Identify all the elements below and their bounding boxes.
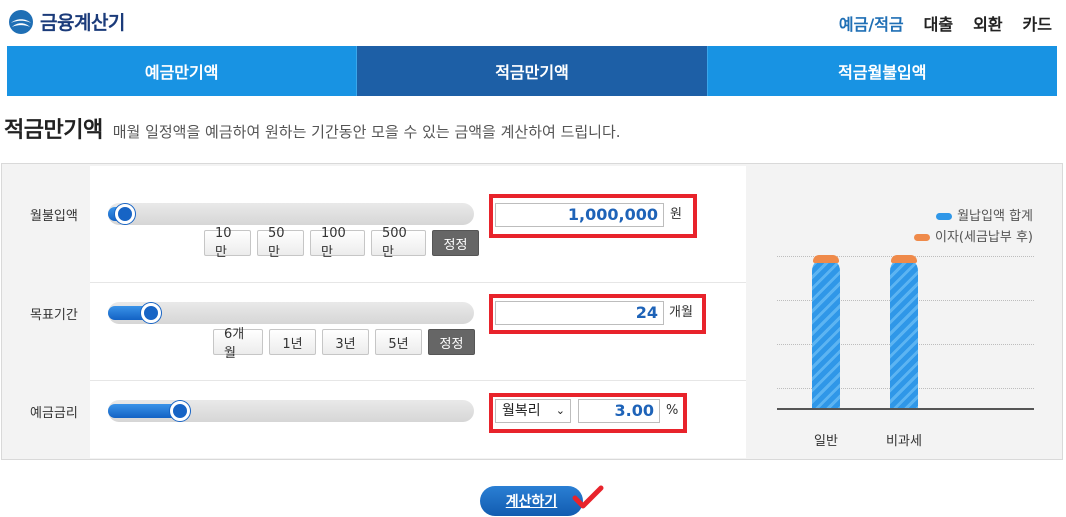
interest-rate-slider[interactable] [108,400,474,422]
chip-5m[interactable]: 500만 [371,226,426,260]
chart-legend: 월납입액 합계 이자(세금납부 후) [914,206,1033,248]
monthly-payment-input[interactable]: 1,000,000 [495,203,664,227]
compounding-value: 월복리 [502,403,541,419]
logo-text: 금융계산기 [40,12,125,34]
reset-button[interactable]: 정정 [432,230,479,256]
target-period-input[interactable]: 24 [495,301,664,325]
logo[interactable]: 금융계산기 [8,8,125,35]
tab-deposit-maturity[interactable]: 예금만기액 [7,46,358,96]
header: 금융계산기 예금/적금 대출 외환 카드 [0,0,1066,44]
nav-exchange[interactable]: 외환 [973,11,1002,35]
monthly-payment-unit: 원 [670,207,682,222]
title-row: 적금만기액 매월 일정액을 예금하여 원하는 기간동안 모을 수 있는 금액을 … [4,112,621,144]
chip-1m[interactable]: 100만 [310,226,365,260]
reset-button[interactable]: 정정 [428,329,475,355]
bar-cap-tax-free [891,255,917,263]
nav-deposit-savings[interactable]: 예금/적금 [839,11,904,35]
chip-100k[interactable]: 10만 [204,226,251,260]
nav-card[interactable]: 카드 [1023,11,1052,35]
tab-savings-maturity[interactable]: 적금만기액 [357,46,708,96]
legend-item-interest: 이자(세금납부 후) [914,227,1033,248]
chip-500k[interactable]: 50만 [257,226,304,260]
result-chart: 월납입액 합계 이자(세금납부 후) 일반 비과세 [747,166,1063,458]
top-nav: 예금/적금 대출 외환 카드 [839,11,1052,35]
calculator-panel: 월불입액 10만 50만 100만 500만 정정 1,000,000 원 목표… [1,163,1063,460]
legend-item-principal: 월납입액 합계 [914,206,1033,227]
interest-rate-unit: % [666,403,679,418]
logo-icon [9,9,33,34]
interest-rate-label: 예금금리 [30,406,78,421]
page-description: 매월 일정액을 예금하여 원하는 기간동안 모을 수 있는 금액을 계산하여 드… [112,123,621,141]
interest-rate-input[interactable]: 3.00 [578,399,660,423]
target-period-slider[interactable] [108,302,474,324]
chip-1year[interactable]: 1년 [269,329,316,355]
target-period-chips: 6개월 1년 3년 5년 정정 [213,327,475,361]
chip-5years[interactable]: 5년 [375,329,422,355]
calculate-button[interactable]: 계산하기 [480,486,583,516]
legend-swatch-interest [914,234,930,241]
bar-cap-general [813,255,839,263]
bar-tax-free [890,257,918,410]
slider-knob[interactable] [115,204,136,224]
chart-baseline [777,408,1034,410]
bar-label-general: 일반 [814,434,838,449]
target-period-label: 목표기간 [30,308,78,323]
chevron-down-icon: ⌄ [555,404,565,417]
legend-swatch-principal [936,213,953,220]
tab-savings-monthly[interactable]: 적금월불입액 [707,46,1057,96]
row-divider [90,380,746,381]
row-divider [90,282,746,283]
monthly-payment-label: 월불입액 [30,209,78,224]
slider-knob[interactable] [140,303,161,323]
legend-label-interest: 이자(세금납부 후) [935,230,1033,245]
page-title: 적금만기액 [4,118,103,143]
slider-knob[interactable] [170,401,191,421]
monthly-payment-chips: 10만 50만 100만 500만 정정 [204,226,479,260]
checkmark-icon [572,485,604,509]
monthly-payment-slider[interactable] [108,203,474,225]
nav-loan[interactable]: 대출 [924,11,953,35]
legend-label-principal: 월납입액 합계 [957,209,1033,224]
chip-3years[interactable]: 3년 [322,329,369,355]
calculator-tabs: 예금만기액 적금만기액 적금월불입액 [7,46,1057,96]
bar-label-tax-free: 비과세 [886,434,922,449]
compounding-select[interactable]: 월복리 ⌄ [495,399,571,423]
chip-6months[interactable]: 6개월 [213,327,263,361]
target-period-unit: 개월 [669,305,693,320]
bar-general [812,257,840,410]
